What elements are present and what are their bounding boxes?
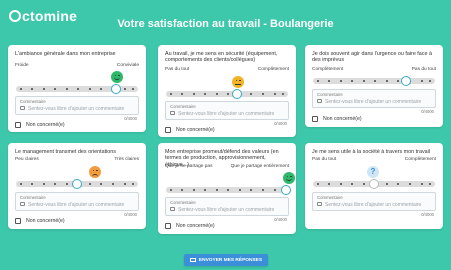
question-card-urgence: Je dois souvent agir dans l'urgence ou f… (305, 45, 443, 127)
char-counter: 0/4000 (274, 217, 287, 222)
slider-handle[interactable] (280, 185, 291, 195)
comment-field[interactable]: Commentaire Sentez-vous libre d'ajouter … (312, 192, 436, 211)
satisfaction-slider[interactable] (16, 179, 138, 189)
slider-handle[interactable] (369, 179, 379, 189)
comment-icon (20, 106, 25, 110)
comment-label: Commentaire (20, 98, 46, 104)
scale-right-label: Que je partage entièrement (230, 164, 289, 169)
not-concerned-checkbox[interactable]: Non concerné(e) (15, 218, 65, 224)
scale-left-label: Pas du tout (312, 157, 337, 162)
question-mark-icon: ? (367, 166, 379, 178)
comment-placeholder: Sentez-vous libre d'ajouter un commentai… (178, 206, 275, 213)
comment-label: Commentaire (20, 194, 46, 200)
comment-icon (170, 207, 175, 211)
comment-placeholder: Sentez-vous libre d'ajouter un commentai… (28, 105, 125, 112)
comment-placeholder: Sentez-vous libre d'ajouter un commentai… (325, 98, 422, 105)
comment-placeholder: Sentez-vous libre d'ajouter un commentai… (325, 201, 422, 208)
happy-face-icon (283, 172, 295, 184)
checkbox-box[interactable] (15, 122, 21, 128)
not-concerned-checkbox[interactable]: Non concerné(e) (165, 127, 215, 133)
char-counter: 0/4000 (124, 116, 137, 121)
char-counter: 0/4000 (421, 109, 434, 114)
scale-left-label: Pas du tout (165, 67, 190, 72)
char-counter: 0/4000 (421, 212, 434, 217)
comment-field[interactable]: Commentaire Sentez-vous libre d'ajouter … (165, 101, 289, 120)
question-text: Je me sens utile à la société à travers … (312, 149, 431, 155)
checkbox-box[interactable] (15, 218, 21, 224)
comment-field[interactable]: Commentaire Sentez-vous libre d'ajouter … (15, 96, 139, 115)
scale-right-label: Conviviale (116, 63, 139, 68)
comment-label: Commentaire (170, 199, 196, 205)
question-card-valeurs: Mon entreprise promeut/défend des valeur… (158, 143, 296, 234)
submit-label: ENVOYER MES RÉPONSES (198, 257, 263, 263)
comment-icon (170, 111, 175, 115)
question-card-ambiance: L'ambiance générale dans mon entreprise … (8, 45, 146, 132)
satisfaction-slider[interactable] (313, 179, 435, 189)
scale-left-label: Complètement (312, 67, 344, 72)
comment-label: Commentaire (170, 103, 196, 109)
comment-field[interactable]: Commentaire Sentez-vous libre d'ajouter … (165, 197, 289, 216)
not-concerned-checkbox[interactable]: Non concerné(e) (15, 122, 65, 128)
scale-right-label: Complètement (404, 157, 436, 162)
neutral-face-icon (232, 76, 244, 88)
slider-handle[interactable] (111, 84, 122, 94)
question-card-utilite: Je me sens utile à la société à travers … (305, 143, 443, 229)
happy-face-icon (111, 71, 123, 83)
comment-label: Commentaire (317, 194, 343, 200)
not-concerned-checkbox[interactable]: Non concerné(e) (165, 223, 215, 229)
comment-field[interactable]: Commentaire Sentez-vous libre d'ajouter … (15, 192, 139, 211)
comment-placeholder: Sentez-vous libre d'ajouter un commentai… (28, 201, 125, 208)
question-card-management: Le management transmet des orientations … (8, 143, 146, 229)
scale-left-label: Peu claires (15, 157, 39, 162)
slider-handle[interactable] (72, 179, 82, 189)
comment-icon (317, 99, 322, 103)
scale-left-label: Que je ne partage pas (165, 164, 213, 169)
question-text: Je dois souvent agir dans l'urgence ou f… (312, 51, 432, 64)
satisfaction-slider[interactable] (166, 89, 288, 99)
sad-face-icon (89, 166, 101, 178)
question-text: Le management transmet des orientations (15, 149, 116, 155)
not-concerned-label: Non concerné(e) (323, 116, 362, 122)
scale-right-label: Pas du tout (411, 67, 436, 72)
slider-handle[interactable] (231, 89, 242, 99)
satisfaction-slider[interactable] (16, 84, 138, 94)
not-concerned-label: Non concerné(e) (26, 218, 65, 224)
scale-left-label: Froide (15, 63, 29, 68)
not-concerned-label: Non concerné(e) (176, 223, 215, 229)
char-counter: 0/4000 (274, 121, 287, 126)
question-text: L'ambiance générale dans mon entreprise (15, 51, 116, 57)
not-concerned-label: Non concerné(e) (26, 122, 65, 128)
scale-right-label: Très claires (114, 157, 139, 162)
not-concerned-checkbox[interactable]: Non concerné(e) (312, 116, 362, 122)
checkbox-box[interactable] (312, 116, 318, 122)
comment-icon (20, 202, 25, 206)
comment-icon (317, 202, 322, 206)
comment-field[interactable]: Commentaire Sentez-vous libre d'ajouter … (312, 89, 436, 108)
checkbox-box[interactable] (165, 127, 171, 133)
satisfaction-slider[interactable] (313, 76, 435, 86)
satisfaction-slider[interactable] (166, 185, 291, 195)
envelope-icon (189, 257, 196, 263)
question-card-securite: Au travail, je me sens en sécurité (équi… (158, 45, 296, 137)
question-text: Au travail, je me sens en sécurité (équi… (165, 51, 278, 64)
checkbox-box[interactable] (165, 223, 171, 229)
slider-handle[interactable] (400, 76, 411, 86)
scale-right-label: Complètement (257, 67, 289, 72)
char-counter: 0/4000 (124, 212, 137, 217)
comment-label: Commentaire (317, 91, 343, 97)
page-title: Votre satisfaction au travail - Boulange… (117, 18, 334, 30)
not-concerned-label: Non concerné(e) (176, 127, 215, 133)
comment-placeholder: Sentez-vous libre d'ajouter un commentai… (178, 110, 275, 117)
submit-button[interactable]: ENVOYER MES RÉPONSES (184, 254, 268, 266)
